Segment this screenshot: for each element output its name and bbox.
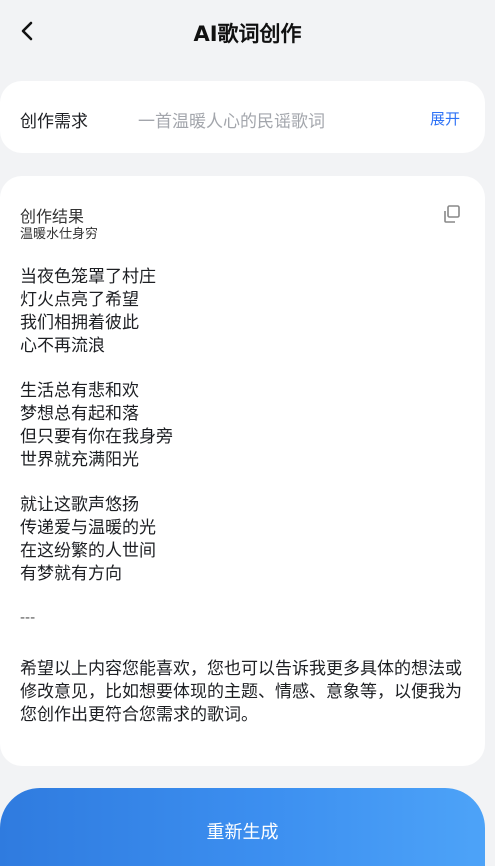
lyric-line: 生活总有悲和欢 (20, 381, 139, 401)
separator-text: --- (20, 610, 36, 626)
lyric-line: 世界就充满阳光 (20, 450, 139, 470)
result-subtitle: 温暖水仕身穷 (20, 227, 99, 242)
lyric-line: 梦想总有起和落 (20, 404, 139, 424)
request-field[interactable]: 一首温暖人心的民谣歌词 (138, 107, 408, 132)
closing-message: 希望以上内容您能喜欢，您也可以告诉我更多具体的想法或修改意见，比如想要体现的主题… (20, 659, 462, 725)
lyric-line: 有梦就有方向 (20, 564, 122, 584)
lyrics-stanza: 当夜色笼罩了村庄 灯火点亮了希望 我们相拥着彼此 心不再流浪 (20, 266, 465, 358)
lyric-line: 灯火点亮了希望 (20, 290, 139, 310)
result-card: 创作结果 温暖水仕身穷 当夜色笼罩了村庄 灯火点亮了希望 我们相拥着彼此 心不再… (0, 176, 485, 766)
lyric-line: 但只要有你在我身旁 (20, 427, 173, 447)
copy-icon (444, 205, 460, 223)
regenerate-label: 重新生成 (206, 822, 279, 843)
lyric-line: 在这纷繁的人世间 (20, 541, 156, 561)
lyric-line: 当夜色笼罩了村庄 (20, 267, 156, 287)
regenerate-button[interactable]: 重新生成 (0, 788, 485, 866)
request-label: 创作需求 (20, 112, 88, 132)
lyrics-body: 当夜色笼罩了村庄 灯火点亮了希望 我们相拥着彼此 心不再流浪 生活总有悲和欢 梦… (20, 266, 465, 727)
copy-button[interactable] (441, 203, 463, 225)
lyrics-stanza: 就让这歌声悠扬 传递爱与温暖的光 在这纷繁的人世间 有梦就有方向 (20, 494, 465, 586)
request-card: 创作需求 一首温暖人心的民谣歌词 展开 (0, 81, 485, 153)
lyric-line: 我们相拥着彼此 (20, 313, 139, 333)
lyric-line: 传递爱与温暖的光 (20, 518, 156, 538)
lyric-line: 就让这歌声悠扬 (20, 495, 139, 515)
lyric-line: 心不再流浪 (20, 336, 105, 356)
expand-button[interactable]: 展开 (430, 108, 460, 129)
lyrics-stanza: 生活总有悲和欢 梦想总有起和落 但只要有你在我身旁 世界就充满阳光 (20, 380, 465, 472)
header-bar: AI歌词创作 (0, 0, 495, 62)
page-title: AI歌词创作 (193, 22, 302, 46)
